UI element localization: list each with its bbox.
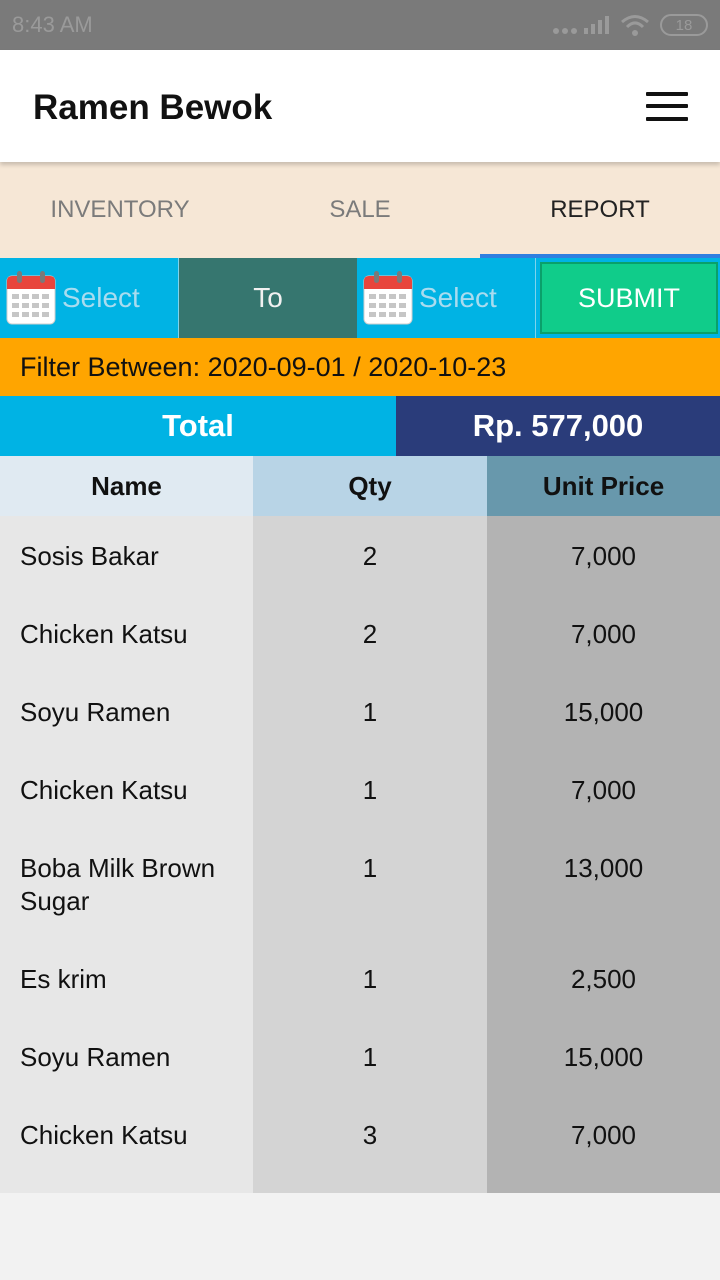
header-name: Name [0,456,253,516]
status-bar: 8:43 AM 18 [0,0,720,50]
table-cell-qty: 1 [362,853,378,883]
table-cell-price: 7,000 [570,541,637,571]
tab-bar: INVENTORY SALE REPORT [0,162,720,258]
status-icons: 18 [550,10,708,40]
app-bar: Ramen Bewok [0,50,720,162]
app-title: Ramen Bewok [33,88,273,127]
table-cell-qty: 2 [362,619,378,649]
report-table: Name Qty Unit Price Sosis Bakar Chicken … [0,456,720,1193]
table-cell-price: 15,000 [563,1042,644,1072]
table-cell-name: Soyu Ramen [20,1042,171,1072]
total-row: Total Rp. 577,000 [0,396,720,456]
table-cell-price: 7,000 [570,619,637,649]
to-date-label: Select [419,282,497,313]
table-body: Sosis Bakar Chicken Katsu Soyu Ramen Chi… [0,516,720,1193]
table-cell-qty: 1 [362,697,378,727]
from-date-label: Select [62,282,140,313]
menu-icon-bar [646,104,688,108]
tab-report[interactable]: REPORT [480,162,720,258]
wifi-icon [621,15,649,36]
table-cell-name: Sosis Bakar [20,541,159,571]
table-cell-price: 13,000 [563,853,644,883]
from-date-picker[interactable]: Select [0,258,179,338]
to-separator: To [179,258,357,338]
battery-icon: 18 [660,14,708,36]
battery-level: 18 [675,16,693,34]
total-value: Rp. 577,000 [396,396,720,456]
to-date-picker[interactable]: Select [357,258,536,338]
table-cell-qty: 2 [362,541,378,571]
table-cell-name: Chicken Katsu [20,619,188,649]
tab-sale[interactable]: SALE [240,162,480,258]
table-cell-price: 15,000 [563,697,644,727]
submit-button[interactable]: SUBMIT [540,262,718,334]
table-cell-name: Soyu Ramen [20,697,171,727]
table-footer-space [487,1173,720,1193]
qty-column: 2 2 1 1 1 1 1 3 [253,516,487,1193]
menu-icon [646,92,688,96]
date-filter-row: Select To Select SUBMIT [0,258,720,338]
table-cell-qty: 1 [362,1042,378,1072]
table-cell-name: Chicken Katsu [20,775,188,805]
table-cell-name: Boba Milk Brown Sugar [20,853,216,916]
table-cell-name: Es krim [20,964,107,994]
table-cell-price: 7,000 [570,775,637,805]
price-column: 7,000 7,000 15,000 7,000 13,000 2,500 15… [487,516,720,1193]
header-unit-price: Unit Price [487,456,720,516]
header-qty: Qty [253,456,487,516]
filter-info-bar: Filter Between: 2020-09-01 / 2020-10-23 [0,338,720,396]
table-footer-space [0,1173,253,1193]
table-cell-qty: 1 [362,964,378,994]
table-cell-price: 2,500 [570,964,637,994]
status-time: 8:43 AM [12,12,93,37]
signal-icon [553,16,609,34]
table-cell-qty: 3 [362,1120,378,1150]
total-label: Total [0,396,396,456]
submit-wrapper: SUBMIT [536,258,720,338]
calendar-icon [363,271,413,325]
tab-inventory[interactable]: INVENTORY [0,162,240,258]
table-header: Name Qty Unit Price [0,456,720,516]
table-footer-space [253,1173,487,1193]
name-column: Sosis Bakar Chicken Katsu Soyu Ramen Chi… [0,516,253,1193]
calendar-icon [6,271,56,325]
menu-icon-bar [646,117,688,121]
menu-button[interactable] [646,90,690,122]
filter-range-text: Filter Between: 2020-09-01 / 2020-10-23 [20,351,507,382]
table-cell-price: 7,000 [570,1120,637,1150]
table-cell-qty: 1 [362,775,378,805]
table-cell-name: Chicken Katsu [20,1120,188,1150]
